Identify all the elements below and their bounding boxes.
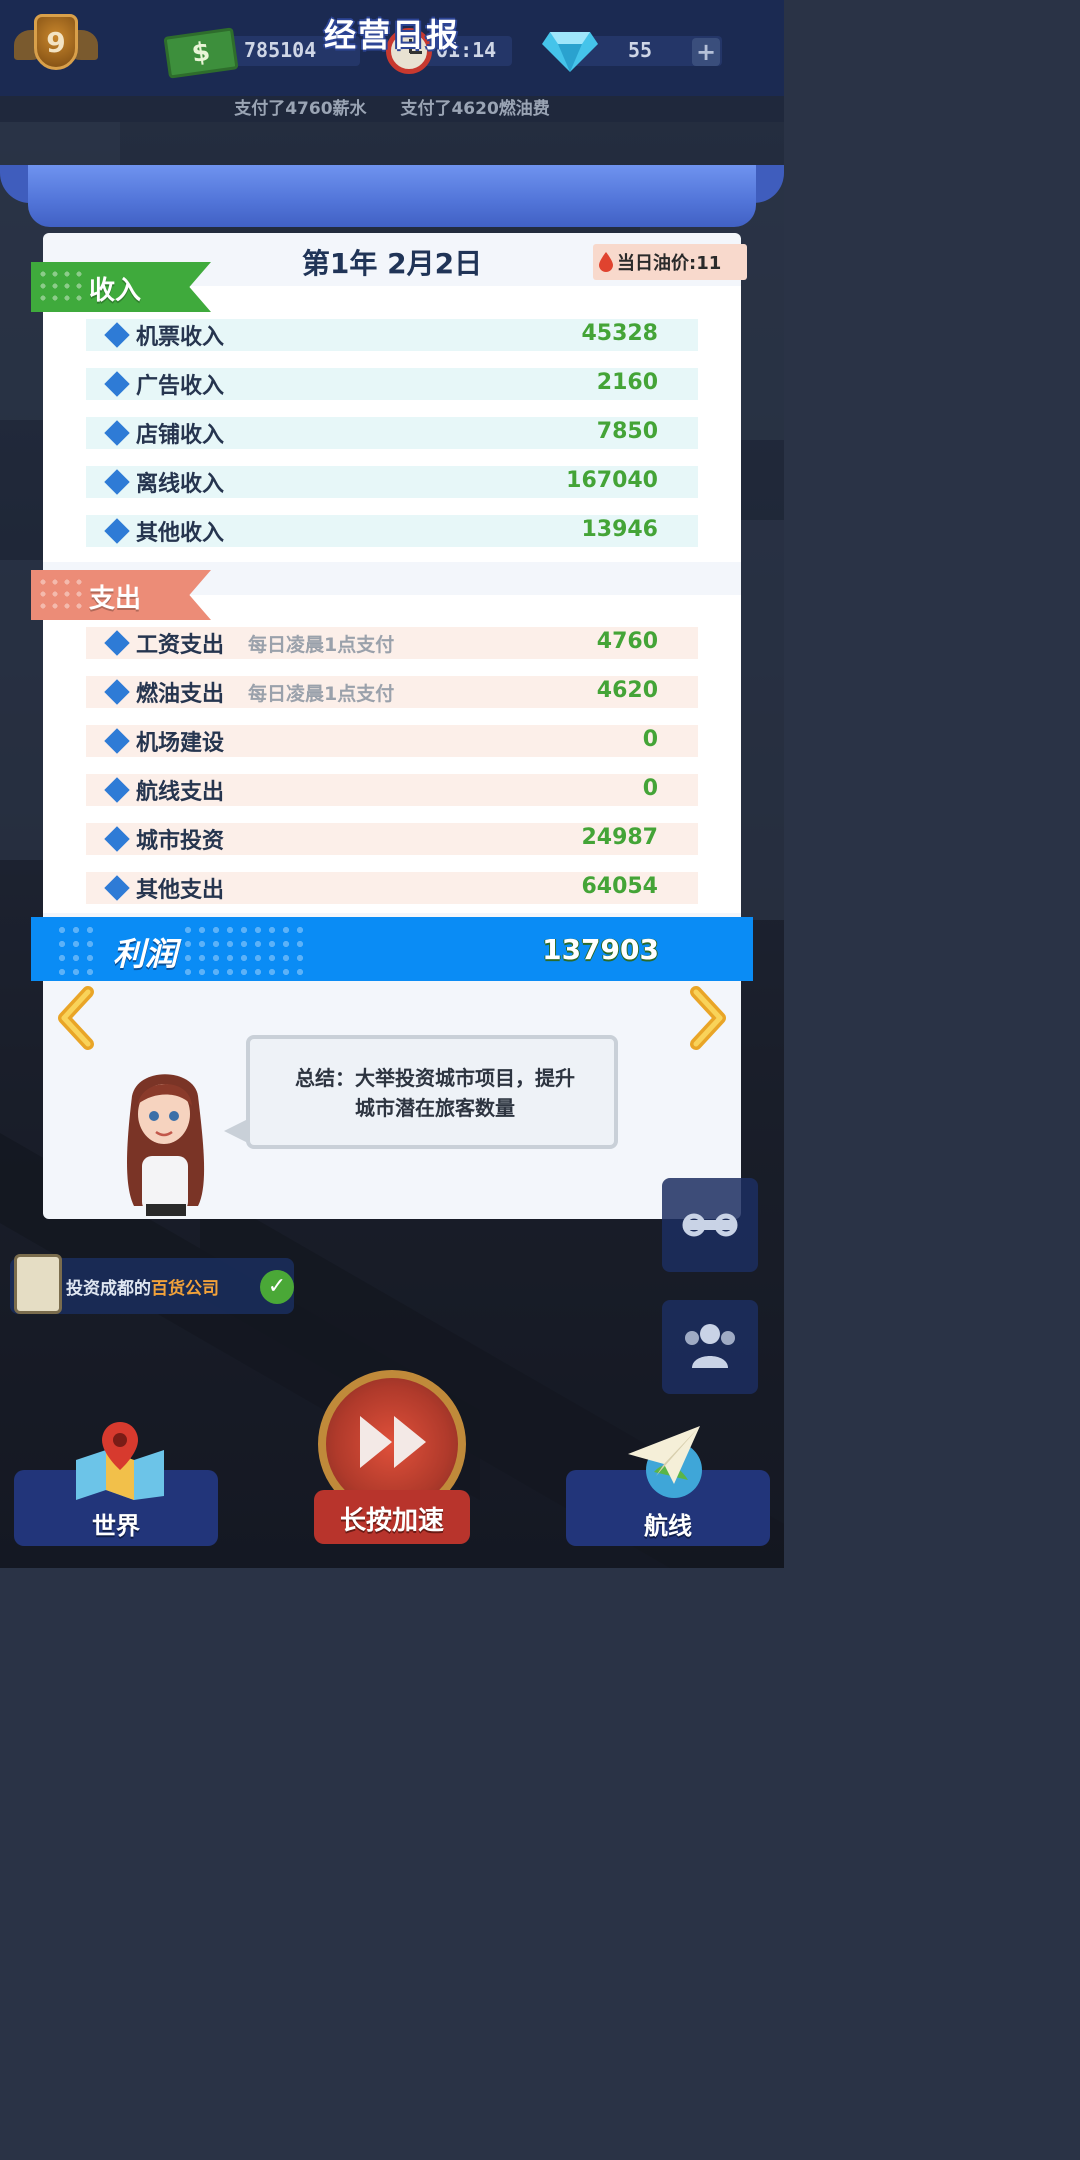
fast-forward-icon	[360, 1416, 426, 1468]
row-label: 其他收入	[136, 521, 225, 546]
summary-text: 总结：大举投资城市项目，提升 城市潜在旅客数量	[268, 1063, 602, 1123]
diamond-bullet-icon	[104, 728, 130, 754]
chevron-left-icon	[58, 986, 94, 1050]
report-header	[0, 165, 784, 227]
paper-plane-icon	[628, 1426, 702, 1498]
next-day-button[interactable]	[690, 986, 730, 1050]
task-notification[interactable]: 投资成都的百货公司 ✓	[10, 1254, 294, 1314]
diamond-bullet-icon	[104, 322, 130, 348]
row-label: 航线支出	[136, 780, 225, 805]
summary-line: 城市潜在旅客数量	[355, 1096, 515, 1120]
row-value: 13946	[581, 517, 658, 542]
row-label: 其他支出	[136, 878, 225, 903]
world-label: 世界	[92, 1512, 140, 1540]
advisor-avatar	[127, 1074, 205, 1216]
event-ticker: 支付了4760薪水 支付了4620燃油费	[0, 96, 784, 122]
row-label: 广告收入	[136, 374, 225, 399]
task-highlight: 百货公司	[151, 1279, 219, 1299]
row-value: 167040	[566, 468, 658, 493]
income-row: 离线收入 167040	[86, 466, 698, 498]
expense-row: 其他支出 64054	[86, 872, 698, 904]
diamond-bullet-icon	[104, 518, 130, 544]
task-text: 投资成都的百货公司	[66, 1274, 219, 1299]
income-label: 收入	[89, 276, 142, 306]
tools-button[interactable]	[662, 1178, 758, 1272]
people-icon	[685, 1324, 735, 1368]
ticker-item: 支付了4620燃油费	[400, 99, 550, 119]
expense-label: 支出	[89, 584, 142, 614]
expense-row: 机场建设 0	[86, 725, 698, 757]
profit-label: 利润	[113, 935, 178, 973]
report-title: 经营日报	[323, 16, 460, 54]
clipboard-icon	[14, 1254, 62, 1314]
ribbon	[28, 165, 756, 227]
staff-button[interactable]	[662, 1300, 758, 1394]
routes-label: 航线	[644, 1512, 692, 1540]
profit-value: 137903	[542, 933, 659, 966]
ticker-item: 支付了4760薪水	[234, 99, 367, 119]
row-label: 机票收入	[136, 325, 225, 350]
expense-tab: 支出	[31, 570, 211, 620]
row-value: 4620	[596, 678, 658, 703]
income-row: 其他收入 13946	[86, 515, 698, 547]
wrench-icon	[682, 1213, 738, 1237]
income-row: 店铺收入 7850	[86, 417, 698, 449]
oil-price-label: 当日油价:11	[617, 253, 722, 274]
row-value: 24987	[581, 825, 658, 850]
oil-price-tag: 当日油价:11	[593, 244, 747, 280]
row-value: 4760	[596, 629, 658, 654]
row-value: 64054	[581, 874, 658, 899]
diamond-bullet-icon	[104, 679, 130, 705]
chevron-right-icon	[690, 986, 726, 1050]
row-label: 离线收入	[136, 472, 225, 497]
diamond-bullet-icon	[104, 371, 130, 397]
previous-day-button[interactable]	[54, 986, 94, 1050]
diamond-bullet-icon	[104, 420, 130, 446]
diamond-bullet-icon	[104, 875, 130, 901]
diamond-bullet-icon	[104, 630, 130, 656]
row-value: 7850	[596, 419, 658, 444]
summary-line: 总结：大举投资城市项目，提升	[295, 1066, 575, 1090]
row-value: 0	[642, 727, 658, 752]
map-pin-icon	[76, 1422, 164, 1500]
expense-row: 航线支出 0	[86, 774, 698, 806]
row-label: 城市投资	[136, 829, 225, 854]
income-row: 机票收入 45328	[86, 319, 698, 351]
oil-drop-icon	[599, 252, 613, 272]
diamond-bullet-icon	[104, 469, 130, 495]
income-row: 广告收入 2160	[86, 368, 698, 400]
expense-row: 城市投资 24987	[86, 823, 698, 855]
row-label: 店铺收入	[136, 423, 225, 448]
check-icon: ✓	[260, 1270, 294, 1304]
diamond-bullet-icon	[104, 777, 130, 803]
income-tab: 收入	[31, 262, 211, 312]
row-label: 燃油支出	[136, 682, 225, 707]
row-label: 机场建设	[136, 731, 225, 756]
row-value: 2160	[596, 370, 658, 395]
expense-row: 工资支出 每日凌晨1点支付 4760	[86, 627, 698, 659]
row-value: 0	[642, 776, 658, 801]
task-prefix: 投资成都的	[66, 1279, 151, 1299]
row-value: 45328	[581, 321, 658, 346]
diamond-bullet-icon	[104, 826, 130, 852]
summary-bubble: 总结：大举投资城市项目，提升 城市潜在旅客数量	[224, 1035, 618, 1149]
profit-bar: 利润 137903	[31, 917, 753, 981]
row-label: 工资支出	[136, 633, 225, 658]
speed-label: 长按加速	[339, 1506, 444, 1536]
expense-row: 燃油支出 每日凌晨1点支付 4620	[86, 676, 698, 708]
